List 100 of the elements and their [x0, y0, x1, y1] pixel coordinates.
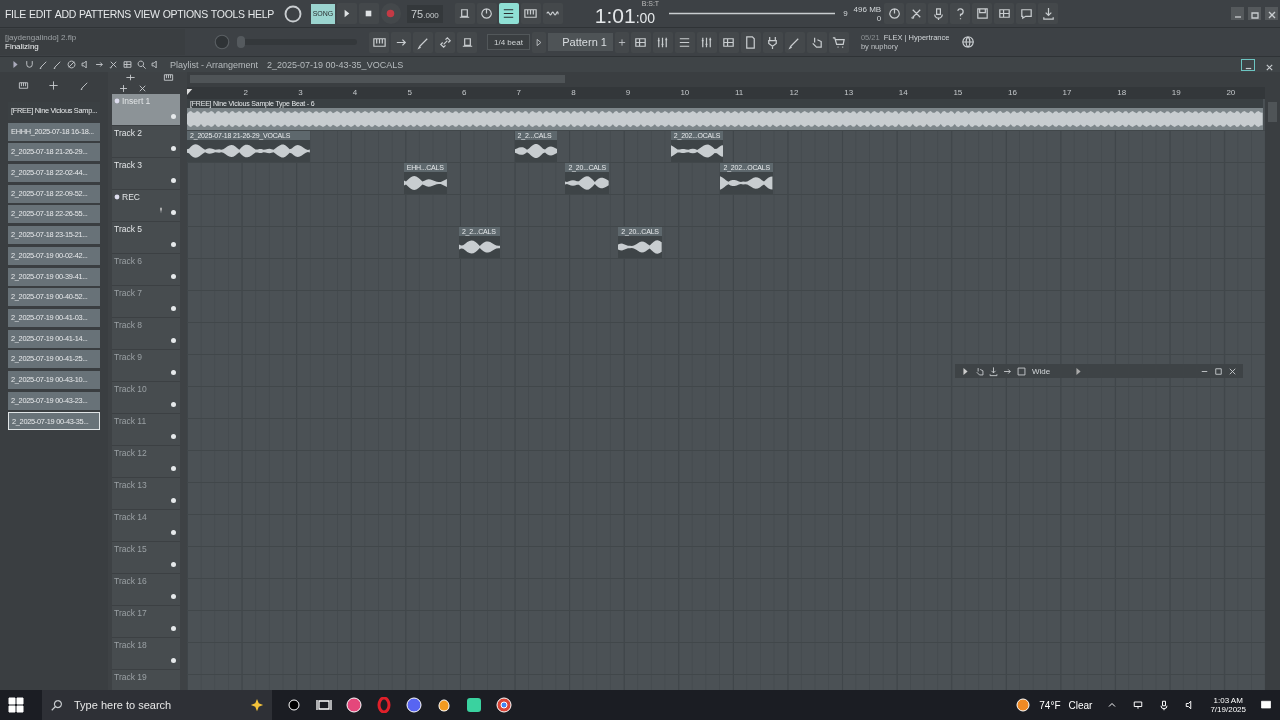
cart-icon[interactable] — [828, 31, 849, 53]
keyboard-icon[interactable] — [520, 3, 541, 24]
track-header[interactable]: Track 14 — [112, 510, 180, 542]
track-header[interactable]: Track 2 — [112, 126, 180, 158]
track-dot[interactable] — [171, 402, 176, 407]
track-header[interactable]: Track 11 — [112, 414, 180, 446]
add-icon[interactable] — [118, 83, 129, 94]
track-header[interactable]: REC — [112, 190, 180, 222]
snap-selector[interactable]: 1/4 beat — [487, 34, 530, 50]
messaging-app-icon[interactable] — [466, 697, 482, 713]
track-dot[interactable] — [171, 562, 176, 567]
delete-icon[interactable] — [66, 59, 77, 70]
minimize-button[interactable] — [1231, 7, 1244, 20]
search-bar[interactable]: Type here to search — [42, 690, 272, 720]
opera-browser-icon[interactable] — [376, 697, 392, 713]
reset-icon[interactable] — [884, 3, 905, 24]
metronome-icon[interactable] — [476, 3, 497, 24]
tempo-display[interactable]: 75.000 — [407, 4, 443, 23]
sparkle-icon[interactable] — [250, 698, 264, 712]
track-dot[interactable] — [171, 434, 176, 439]
pen-icon[interactable] — [413, 31, 433, 53]
pen-icon[interactable] — [38, 59, 49, 70]
move-icon[interactable] — [125, 72, 137, 83]
track-dot[interactable] — [171, 114, 176, 119]
track-dot[interactable] — [171, 370, 176, 375]
stop-button[interactable] — [359, 3, 379, 24]
detach-button[interactable] — [1241, 58, 1255, 71]
track-header[interactable]: Track 6 — [112, 254, 180, 286]
menu-item[interactable]: EDIT — [29, 7, 52, 20]
document-icon[interactable] — [740, 31, 761, 53]
menu-item[interactable]: FILE — [5, 7, 26, 20]
menu-item[interactable]: TOOLS — [210, 7, 245, 20]
track-header[interactable]: Track 10 — [112, 382, 180, 414]
track-dot[interactable] — [171, 658, 176, 663]
track-dot[interactable] — [171, 466, 176, 471]
arrow-icon[interactable] — [10, 59, 21, 70]
preset-label[interactable]: Wide — [1032, 366, 1051, 376]
search-field[interactable]: Type here to search — [72, 698, 242, 712]
track-dot[interactable] — [171, 178, 176, 183]
download-icon[interactable] — [1038, 3, 1059, 24]
weather-icon[interactable] — [1015, 697, 1032, 713]
knob-icon[interactable] — [283, 3, 303, 24]
task-view-icon[interactable] — [316, 697, 332, 713]
microphone-icon[interactable] — [1158, 699, 1171, 711]
track-header[interactable]: Track 16 — [112, 574, 180, 606]
track-header[interactable]: Track 18 — [112, 638, 180, 670]
slip-icon[interactable] — [94, 59, 105, 70]
close-icon[interactable] — [137, 83, 148, 94]
play-arrow-icon[interactable] — [960, 365, 971, 377]
clock[interactable]: 1:03 AM 7/19/2025 — [1210, 696, 1246, 714]
track-header[interactable]: Track 13 — [112, 478, 180, 510]
track-header[interactable]: Track 9 — [112, 350, 180, 382]
square-icon[interactable] — [1016, 365, 1027, 377]
breadcrumb-item[interactable]: 2_2025-07-19 00-43-35_VOCALS — [267, 59, 404, 70]
track-header[interactable]: Insert 1 — [112, 94, 180, 126]
help-icon[interactable] — [950, 3, 971, 24]
play-button[interactable] — [337, 3, 357, 24]
slice-icon[interactable] — [108, 59, 119, 70]
pattern-selector[interactable]: Pattern 1 — [547, 33, 613, 51]
globe-icon[interactable] — [960, 35, 975, 49]
loop-icon[interactable] — [542, 3, 563, 24]
step-icon[interactable] — [652, 31, 673, 53]
link-icon[interactable] — [435, 31, 455, 53]
timeline-ruler[interactable]: 2 3 4 5 6 7 8 9 10 11 12 13 14 15 16 17 18 19 20 — [187, 87, 1265, 99]
menu-item[interactable]: PATTERNS — [79, 7, 132, 20]
temperature-text[interactable]: 74°F — [1039, 699, 1061, 711]
close-button[interactable] — [1265, 7, 1278, 20]
maximize-button[interactable] — [1248, 7, 1261, 20]
track-dot[interactable] — [171, 594, 176, 599]
zoom-icon[interactable] — [136, 59, 147, 70]
track-dot[interactable] — [171, 338, 176, 343]
microphone-icon[interactable] — [928, 3, 949, 24]
track-header[interactable]: Track 15 — [112, 542, 180, 574]
notification-icon[interactable] — [1260, 699, 1272, 711]
track-dot[interactable] — [171, 146, 176, 151]
network-icon[interactable] — [1132, 699, 1145, 711]
track-dot[interactable] — [171, 210, 176, 215]
music-app-icon[interactable] — [346, 697, 362, 713]
keyboard-icon[interactable] — [369, 31, 389, 53]
track-dot[interactable] — [171, 626, 176, 631]
playlist-icon[interactable] — [630, 31, 651, 53]
menu-item[interactable]: ADD — [54, 7, 76, 20]
playhead-marker-icon[interactable] — [187, 89, 193, 95]
save-icon[interactable] — [972, 3, 993, 24]
keyboard-icon[interactable] — [162, 72, 174, 83]
chat-icon[interactable] — [1016, 3, 1037, 24]
track-dot[interactable] — [171, 274, 176, 279]
track-header[interactable]: Track 8 — [112, 318, 180, 350]
menu-item[interactable]: VIEW — [134, 7, 160, 20]
track-header[interactable]: Track 17 — [112, 606, 180, 638]
menu-item[interactable]: OPTIONS — [162, 7, 208, 20]
windows-start-icon[interactable] — [8, 697, 24, 713]
track-header[interactable]: Track 3 — [112, 158, 180, 190]
track-dot[interactable] — [171, 530, 176, 535]
scissors-icon[interactable] — [906, 3, 927, 24]
plugin-icon[interactable] — [762, 31, 783, 53]
move-icon[interactable] — [48, 80, 60, 91]
weather-text[interactable]: Clear — [1068, 699, 1093, 711]
magnet-icon[interactable] — [24, 59, 35, 70]
download-icon[interactable] — [988, 365, 999, 377]
